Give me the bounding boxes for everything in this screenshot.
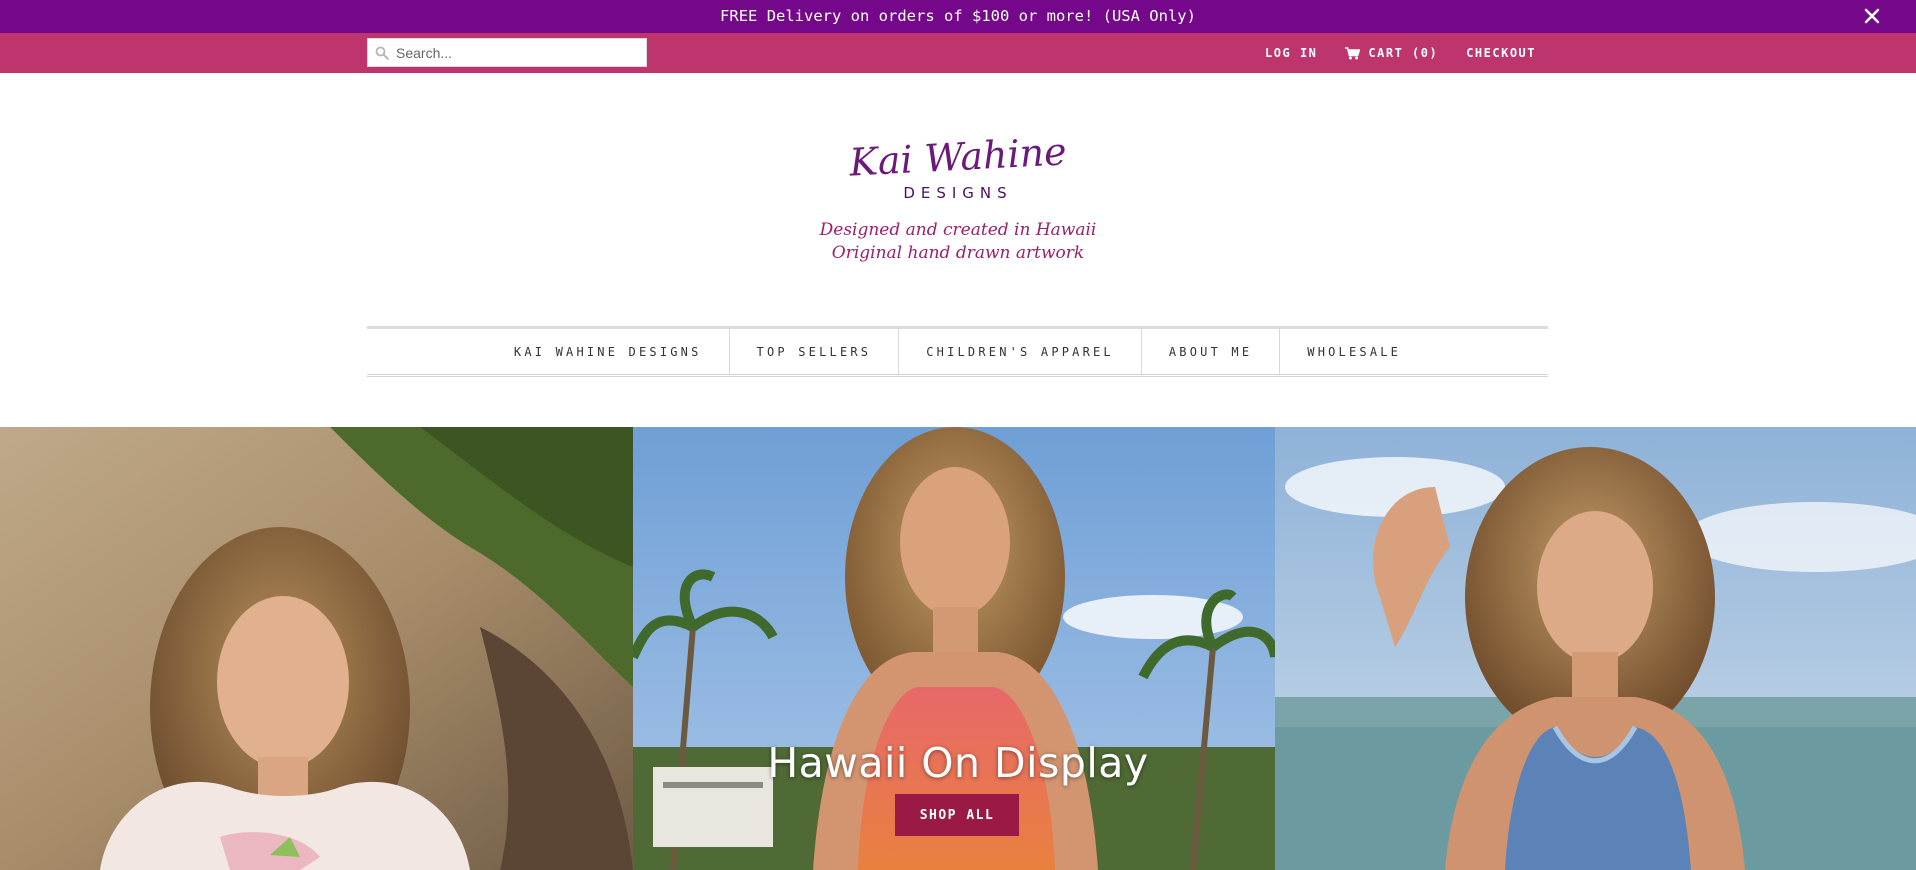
shop-all-button[interactable]: SHOP ALL [895,794,1019,836]
announcement-text: FREE Delivery on orders of $100 or more!… [720,7,1196,25]
cart-icon [1345,46,1361,59]
utility-bar: LOG IN CART (0) CHECKOUT [0,33,1916,73]
hero-image-left [0,427,633,870]
utility-links: LOG IN CART (0) CHECKOUT [1237,33,1536,73]
logo-subname: DESIGNS [903,184,1012,202]
nav-item-wholesale[interactable]: WHOLESALE [1279,329,1428,374]
site-logo[interactable]: Kai Wahine DESIGNS Designed and created … [818,128,1098,268]
close-icon[interactable] [1862,6,1882,26]
hero-banner: Hawaii On Display SHOP ALL [0,427,1916,870]
hero-image-right [1275,427,1916,870]
nav-item-top-sellers[interactable]: TOP SELLERS [728,329,899,374]
cart-link[interactable]: CART (0) [1345,46,1438,60]
logo-name: Kai Wahine [847,129,1067,184]
logo-tagline-1: Designed and created in Hawaii [819,220,1097,240]
nav-item-about-me[interactable]: ABOUT ME [1140,329,1279,374]
checkout-link[interactable]: CHECKOUT [1466,46,1536,60]
main-nav: KAI WAHINE DESIGNS TOP SELLERS CHILDREN'… [367,326,1548,377]
search-icon [375,46,389,60]
logo-tagline-2: Original hand drawn artwork [832,243,1084,263]
cart-label: CART (0) [1368,46,1439,60]
search-box [367,38,647,67]
search-input[interactable] [396,39,644,66]
announcement-bar: FREE Delivery on orders of $100 or more!… [0,0,1916,33]
hero-title: Hawaii On Display [767,739,1149,787]
nav-item-childrens-apparel[interactable]: CHILDREN'S APPAREL [898,329,1141,374]
nav-item-kai-wahine-designs[interactable]: KAI WAHINE DESIGNS [487,329,729,374]
login-link[interactable]: LOG IN [1265,46,1317,60]
